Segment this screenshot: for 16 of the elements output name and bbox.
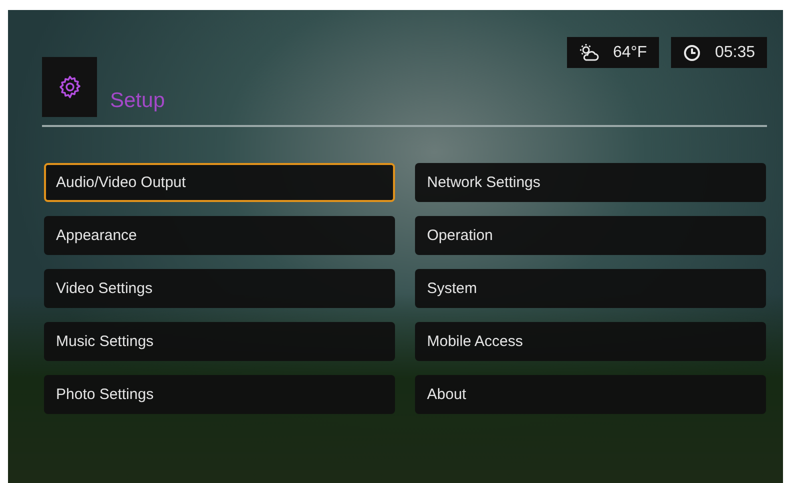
menu-item[interactable]: Appearance bbox=[44, 216, 395, 255]
menu-item[interactable]: About bbox=[415, 375, 766, 414]
menu-item[interactable]: Operation bbox=[415, 216, 766, 255]
menu-item[interactable]: Mobile Access bbox=[415, 322, 766, 361]
temperature: 64°F bbox=[612, 44, 647, 62]
menu-item[interactable]: Audio/Video Output bbox=[44, 163, 395, 202]
menu-item[interactable]: Music Settings bbox=[44, 322, 395, 361]
menu-item[interactable]: Video Settings bbox=[44, 269, 395, 308]
gear-icon bbox=[56, 74, 82, 100]
menu-item[interactable]: System bbox=[415, 269, 766, 308]
clock-icon bbox=[682, 44, 701, 62]
page-title: Setup bbox=[110, 89, 165, 113]
menu-item[interactable]: Photo Settings bbox=[44, 375, 395, 414]
time: 05:35 bbox=[714, 44, 755, 62]
menu-item[interactable]: Network Settings bbox=[415, 163, 766, 202]
sun-cloud-icon bbox=[578, 42, 599, 62]
